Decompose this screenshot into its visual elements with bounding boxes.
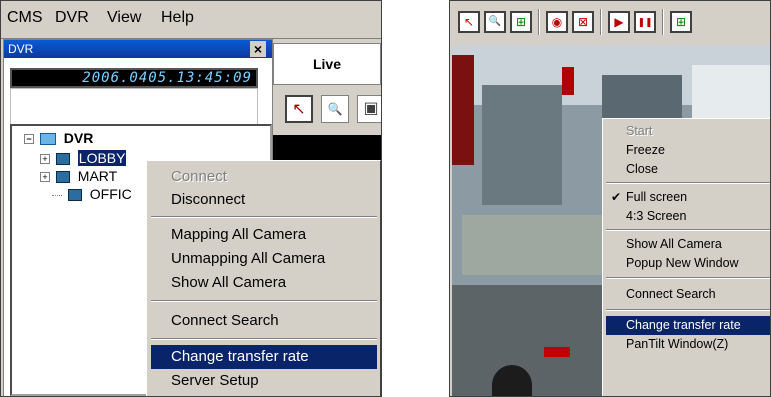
menu-separator	[606, 229, 770, 231]
menu-item-disconnect[interactable]: Disconnect	[151, 188, 377, 212]
add-camera-icon[interactable]: ⊞	[510, 11, 532, 33]
video-machine	[482, 85, 562, 205]
menu-item-start[interactable]: Start	[606, 122, 770, 141]
expand-icon[interactable]: +	[40, 172, 50, 183]
menu-item-show-all-camera[interactable]: Show All Camera	[606, 235, 770, 254]
clock-strip	[10, 88, 258, 128]
menu-separator	[606, 309, 770, 311]
tree-line	[52, 194, 62, 196]
layout-icon[interactable]: ⊞	[670, 11, 692, 33]
tree-item-label: MART	[77, 168, 118, 184]
toolbar-separator	[600, 9, 602, 35]
tree-root[interactable]: − DVR	[24, 130, 93, 146]
video-counter	[462, 215, 602, 275]
video-person	[492, 365, 532, 396]
dvr-icon	[67, 189, 82, 202]
toolbar-separator	[538, 9, 540, 35]
menu-item-server-setup[interactable]: Server Setup	[151, 369, 377, 393]
menu-help[interactable]: Help	[161, 9, 194, 27]
menu-cms[interactable]: CMS	[7, 9, 43, 27]
menu-item-label: Full screen	[626, 190, 688, 204]
menu-item-connect[interactable]: Connect	[151, 165, 377, 189]
video-red-sign	[452, 55, 474, 165]
collapse-icon[interactable]: −	[24, 134, 34, 145]
menu-item-show-all-camera[interactable]: Show All Camera	[151, 271, 377, 295]
zoom-icon[interactable]: 🔍	[321, 95, 349, 123]
menu-item-connect-search[interactable]: Connect Search	[606, 285, 770, 304]
tree-item-label: LOBBY	[76, 149, 128, 167]
menu-separator	[151, 338, 377, 340]
tree-root-label: DVR	[63, 130, 94, 146]
pointer-icon[interactable]: ↖	[285, 95, 313, 123]
tab-live[interactable]: Live	[273, 43, 381, 85]
video-red-sign	[544, 347, 570, 357]
network-icon	[39, 133, 56, 146]
record-icon[interactable]: ◉	[546, 11, 568, 33]
menu-separator	[606, 277, 770, 279]
menu-view[interactable]: View	[107, 9, 141, 27]
menu-item-unmapping-all-camera[interactable]: Unmapping All Camera	[151, 247, 377, 271]
menu-bar: CMS DVR View Help	[1, 1, 381, 39]
checkmark-icon: ✔	[611, 190, 622, 204]
menu-separator	[151, 216, 377, 218]
menu-item-full-screen[interactable]: ✔ Full screen	[606, 188, 770, 207]
tree-item-office[interactable]: OFFIC	[52, 186, 132, 202]
zoom-icon[interactable]: 🔍	[484, 11, 506, 33]
toolbar-separator	[662, 9, 664, 35]
monitor-icon[interactable]: ▣	[357, 95, 381, 123]
tree-item-lobby[interactable]: + LOBBY	[40, 149, 128, 167]
menu-separator	[606, 182, 770, 184]
left-cms-window: CMS DVR View Help DVR × 2006.0405.13:45:…	[0, 0, 382, 397]
video-red-marker	[562, 67, 574, 95]
menu-item-change-transfer-rate[interactable]: Change transfer rate	[151, 345, 377, 369]
dvr-icon	[55, 171, 70, 184]
pointer-icon[interactable]: ↖	[458, 11, 480, 33]
dvr-icon	[55, 153, 70, 166]
menu-item-freeze[interactable]: Freeze	[606, 141, 770, 160]
panel-title: DVR	[4, 40, 272, 58]
stop-record-icon[interactable]: ⊠	[572, 11, 594, 33]
video-floor	[452, 285, 612, 396]
pause-icon[interactable]: ❚❚	[634, 11, 656, 33]
right-viewer-window: ↖ 🔍 ⊞ ◉ ⊠ ▶ ❚❚ ⊞ Start Freeze Close ✔ Fu…	[449, 0, 771, 397]
menu-item-popup-new-window[interactable]: Popup New Window	[606, 254, 770, 273]
menu-dvr[interactable]: DVR	[55, 9, 89, 27]
context-menu: Connect Disconnect Mapping All Camera Un…	[146, 160, 381, 396]
expand-icon[interactable]: +	[40, 154, 50, 165]
play-icon[interactable]: ▶	[608, 11, 630, 33]
viewer-toolbar: ↖ 🔍 ⊞ ◉ ⊠ ▶ ❚❚ ⊞	[450, 1, 770, 45]
menu-item-connect-search[interactable]: Connect Search	[151, 309, 377, 333]
menu-item-change-transfer-rate[interactable]: Change transfer rate	[606, 316, 770, 335]
menu-item-4-3-screen[interactable]: 4:3 Screen	[606, 207, 770, 226]
menu-item-close[interactable]: Close	[606, 160, 770, 179]
menu-separator	[151, 300, 377, 302]
tree-item-mart[interactable]: + MART	[40, 168, 117, 184]
menu-item-mapping-all-camera[interactable]: Mapping All Camera	[151, 223, 377, 247]
video-context-menu: Start Freeze Close ✔ Full screen 4:3 Scr…	[602, 118, 770, 396]
close-icon[interactable]: ×	[250, 41, 266, 57]
clock-display: 2006.0405.13:45:09	[10, 68, 258, 88]
menu-item-pantilt-window[interactable]: PanTilt Window(Z)	[606, 335, 770, 354]
tree-item-label: OFFIC	[89, 186, 132, 202]
